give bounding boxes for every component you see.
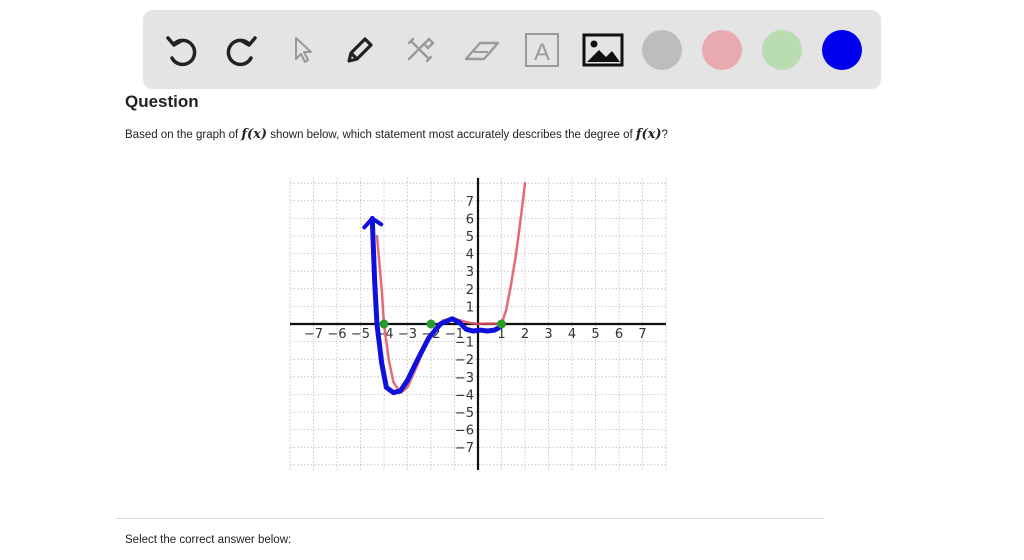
x-tick-label: −6 [327, 327, 346, 342]
question-text-before: Based on the graph of [125, 129, 242, 141]
x-tick-label: 7 [638, 327, 646, 342]
svg-text:A: A [534, 39, 550, 66]
eraser-icon [464, 41, 500, 60]
y-tick-label: −2 [455, 353, 474, 368]
function-graph: −7 −6 −5 −4 −3 −2 −1 1 2 3 4 5 6 7 7654321−1−2−3−4−5−… [289, 177, 667, 470]
y-tick-label: 3 [466, 265, 474, 280]
y-tick-label: −5 [455, 406, 474, 421]
eraser-button[interactable] [458, 10, 506, 89]
y-tick-label: 6 [466, 212, 474, 227]
undo-button[interactable] [158, 10, 206, 89]
zero-point [379, 319, 389, 329]
pen-button[interactable] [336, 10, 384, 89]
x-tick-label: 3 [544, 327, 552, 342]
x-tick-label: 4 [568, 327, 576, 342]
function-label-2: f(x) [635, 127, 662, 142]
y-tick-label: −6 [455, 424, 474, 439]
image-icon [582, 33, 624, 66]
y-tick-label: 1 [466, 300, 474, 315]
x-tick-label: −5 [351, 327, 370, 342]
pen-icon [347, 36, 373, 63]
zero-point [426, 319, 436, 329]
x-tick-label: 5 [591, 327, 599, 342]
question-text: Based on the graph of f(x) shown below, … [125, 127, 668, 142]
text-icon: A [525, 32, 559, 67]
question-heading: Question [125, 92, 199, 111]
function-curve [375, 181, 527, 394]
x-tick-label: 2 [521, 327, 529, 342]
y-tick-label: 4 [466, 248, 474, 263]
y-tick-label: −3 [455, 371, 474, 386]
pointer-icon [295, 36, 312, 63]
question-text-middle: shown below, which statement most accura… [267, 129, 636, 141]
select-answer-prompt: Select the correct answer below: [125, 534, 292, 546]
color-green-swatch[interactable] [762, 30, 802, 70]
undo-icon [166, 35, 197, 66]
x-tick-label: 6 [615, 327, 623, 342]
x-tick-label: −3 [398, 327, 417, 342]
color-blue-swatch[interactable] [822, 30, 862, 70]
color-pink-swatch[interactable] [702, 30, 742, 70]
function-label: f(x) [241, 127, 268, 142]
tools-icon [407, 36, 435, 62]
image-button[interactable] [579, 10, 627, 89]
question-text-after: ? [661, 129, 668, 141]
redo-icon [226, 35, 257, 66]
pointer-button[interactable] [277, 10, 325, 89]
y-tick-label: 5 [466, 230, 474, 245]
y-tick-label: 2 [466, 283, 474, 298]
color-gray-swatch[interactable] [642, 30, 682, 70]
tools-button[interactable] [396, 10, 444, 89]
graph-curves [362, 181, 527, 396]
y-tick-label: −1 [455, 336, 474, 351]
y-tick-label: −7 [455, 441, 474, 456]
zero-point [497, 319, 506, 329]
divider [116, 518, 824, 519]
redo-button[interactable] [217, 10, 265, 89]
text-button[interactable]: A [518, 10, 566, 89]
y-tick-label: 7 [466, 195, 474, 210]
x-tick-label: −7 [304, 327, 323, 342]
y-tick-label: −4 [455, 388, 474, 403]
